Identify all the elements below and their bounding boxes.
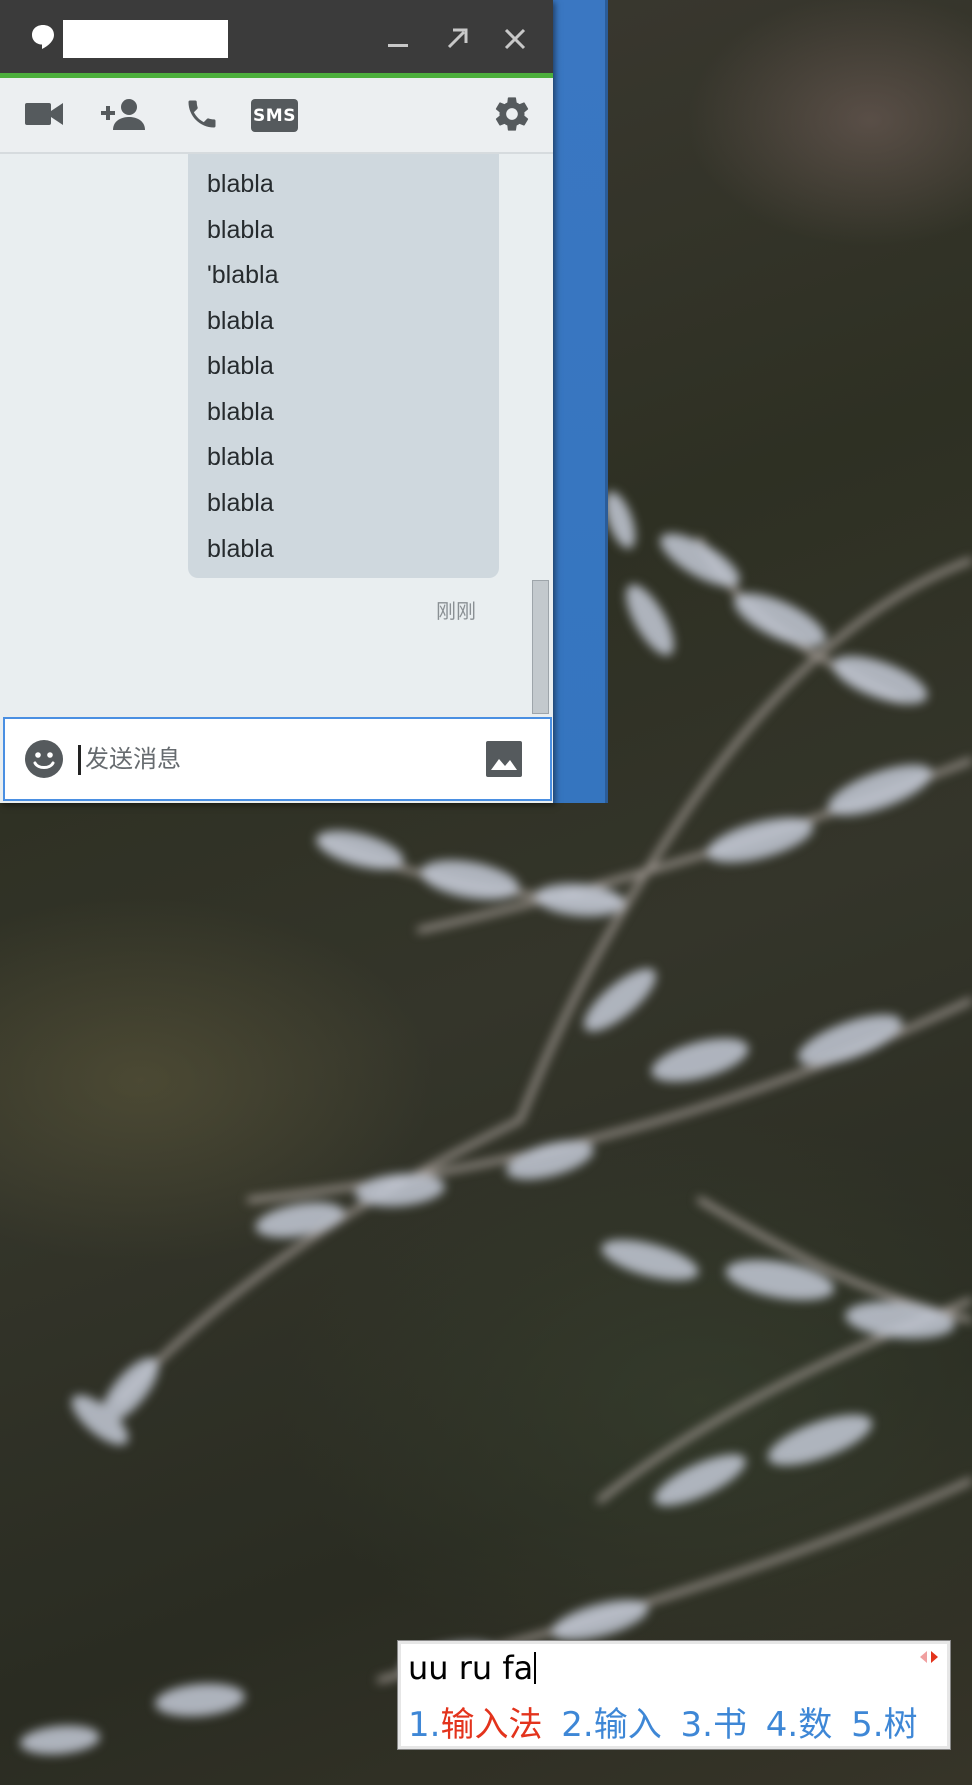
ime-candidate-index: 2. (561, 1705, 594, 1745)
message-line: blabla (207, 489, 274, 517)
message-input[interactable] (85, 737, 465, 781)
close-button[interactable] (498, 22, 532, 56)
compose-bar (3, 717, 552, 801)
window-titlebar[interactable] (0, 0, 553, 78)
ime-candidate-text: 数 (798, 1705, 833, 1745)
ime-preedit-text: uu ru fa (408, 1649, 534, 1687)
close-icon (504, 28, 526, 50)
ime-candidate-list: 1.输入法 2.输入 3.书 4.数 5.树 (408, 1697, 926, 1746)
ime-preedit: uu ru fa (408, 1649, 537, 1687)
phone-icon (188, 100, 216, 128)
minimize-icon (388, 44, 408, 47)
ime-candidate-index: 5. (851, 1705, 884, 1745)
ime-candidate-3[interactable]: 3.书 (681, 1705, 747, 1745)
smiley-icon[interactable] (24, 739, 64, 779)
ime-candidate-text: 输入法 (440, 1705, 543, 1745)
message-line: blabla (207, 535, 274, 563)
ime-candidate-index: 3. (680, 1705, 713, 1745)
add-person-icon (101, 99, 145, 130)
message-line: 'blabla (207, 261, 279, 289)
ime-candidate-4[interactable]: 4.数 (766, 1705, 832, 1745)
sms-button[interactable]: SMS (251, 99, 298, 132)
ime-candidate-5[interactable]: 5.树 (851, 1705, 917, 1745)
ime-candidate-2[interactable]: 2.输入 (561, 1705, 661, 1745)
message-line: blabla (207, 307, 274, 335)
ime-candidate-1[interactable]: 1.输入法 (408, 1705, 542, 1745)
message-line: blabla (207, 443, 274, 471)
settings-button[interactable] (490, 94, 534, 134)
minimize-button[interactable] (381, 22, 415, 56)
add-person-button[interactable] (100, 94, 148, 134)
chat-window: SMS blabla blabla 'blabla blabla blabla … (0, 0, 553, 803)
ime-candidate-text: 书 (712, 1705, 747, 1745)
hangouts-bubble-icon (32, 25, 54, 49)
image-icon[interactable] (486, 741, 522, 777)
ime-candidate-index: 4. (765, 1705, 799, 1745)
ime-candidate-text: 树 (883, 1705, 918, 1745)
message-list: blabla blabla 'blabla blabla blabla blab… (0, 154, 553, 718)
chat-toolbar: SMS (0, 78, 553, 154)
message-line: blabla (207, 398, 274, 426)
popout-button[interactable] (440, 22, 474, 56)
message-timestamp: 刚刚 (436, 601, 476, 623)
phone-call-button[interactable] (182, 94, 222, 134)
message-scrollbar[interactable] (532, 580, 549, 714)
ime-cursor (534, 1652, 537, 1684)
text-caret (78, 745, 81, 775)
video-call-button[interactable] (22, 94, 66, 134)
contact-name (63, 20, 228, 58)
message-line: blabla (207, 170, 274, 198)
ime-page-arrows-icon[interactable] (920, 1651, 938, 1663)
message-line: blabla (207, 216, 274, 244)
background-window-edge (552, 0, 608, 803)
ime-candidate-window: uu ru fa 1.输入法 2.输入 3.书 4.数 5.树 (397, 1640, 951, 1750)
ime-candidate-text: 输入 (593, 1705, 662, 1745)
ime-candidate-index: 1. (408, 1705, 441, 1745)
message-line: blabla (207, 352, 274, 380)
video-call-icon (25, 103, 63, 125)
popout-icon (447, 28, 468, 49)
gear-icon (495, 97, 529, 131)
